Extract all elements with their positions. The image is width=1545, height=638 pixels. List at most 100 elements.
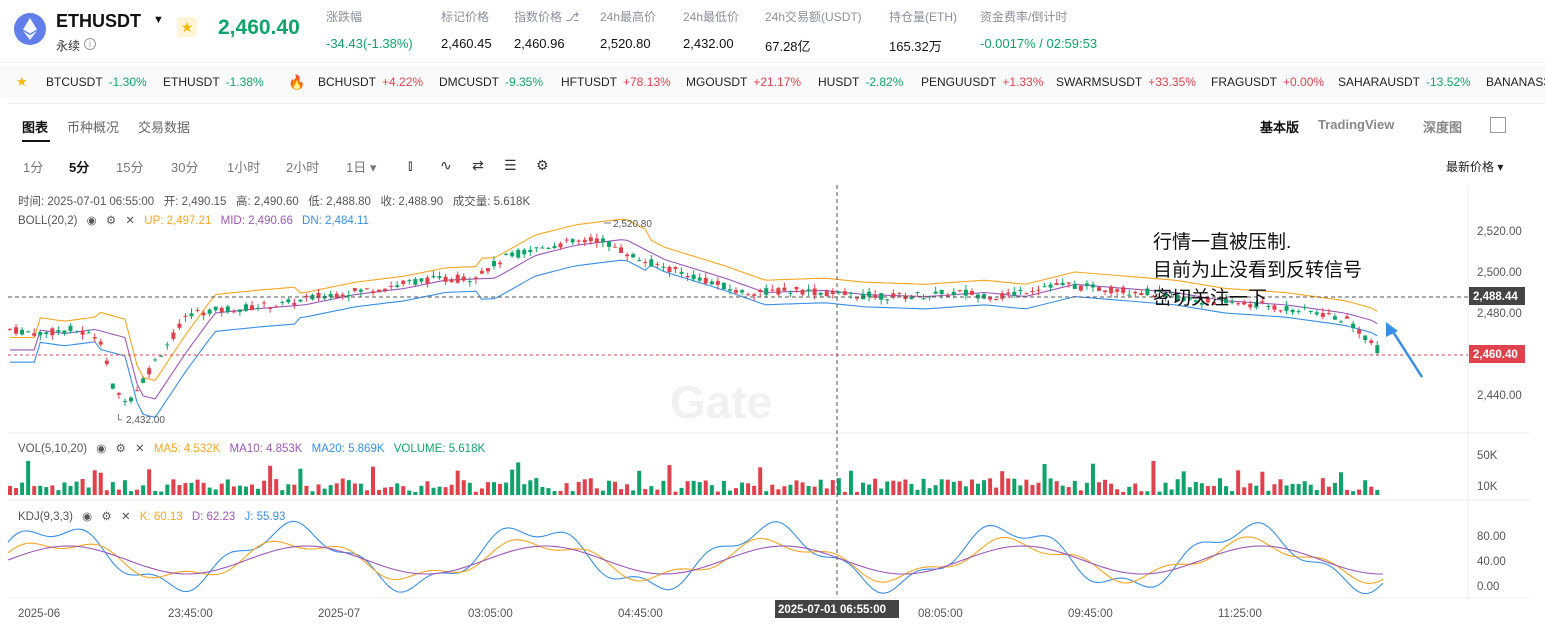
candle-body [195, 309, 200, 311]
volume-bar [673, 491, 678, 495]
annotation-arrow [1388, 326, 1424, 378]
volume-bar [661, 480, 666, 495]
volume-bar [576, 482, 581, 495]
candle-body [141, 378, 146, 383]
volume-bar [752, 485, 757, 495]
candle-body [250, 305, 254, 311]
candle-body [564, 239, 569, 241]
candle-body [346, 294, 351, 297]
volume-bar [1145, 491, 1150, 495]
volume-bar [141, 485, 146, 495]
volume-bar [734, 488, 738, 495]
candle-body [358, 289, 363, 292]
candle-body [431, 275, 436, 278]
volume-bar [231, 486, 236, 495]
volume-bar [165, 484, 170, 495]
candle-body [1320, 313, 1325, 317]
candle-body [8, 328, 12, 330]
volume-bar [243, 486, 248, 495]
candle-body [1084, 283, 1089, 287]
volume-bar [552, 491, 557, 495]
candle-body [1133, 291, 1138, 294]
candle-body [1030, 291, 1035, 293]
volume-bar [1036, 482, 1041, 495]
time-axis-label: 23:45:00 [168, 608, 213, 620]
candle-body [449, 279, 454, 283]
crosshair-price-tag: 2,488.44 [1473, 291, 1518, 303]
volume-bar [1345, 489, 1350, 495]
volume-bar [1205, 486, 1210, 495]
volume-bar [1320, 478, 1325, 495]
candle-body [1018, 289, 1023, 292]
volume-bar [492, 482, 496, 495]
candle-body [915, 292, 920, 294]
price-axis-label: 2,520.00 [1477, 226, 1522, 238]
volume-bar [957, 480, 962, 495]
volume-bar [703, 480, 708, 495]
volume-bar [504, 482, 509, 495]
volume-bar [842, 491, 847, 495]
volume-bar [558, 490, 563, 495]
volume-bar [68, 485, 73, 495]
candle-body [80, 330, 85, 335]
volume-bar [546, 488, 551, 495]
volume-bar [1115, 489, 1120, 495]
candle-body [1339, 321, 1343, 323]
candle-body [177, 323, 182, 328]
kdj-j-line [7, 520, 1384, 595]
volume-bar [534, 478, 539, 495]
volume-bar [994, 487, 999, 495]
candle-body [727, 289, 732, 291]
volume-bar [679, 487, 684, 495]
volume-bar [1332, 482, 1337, 495]
volume-bar [401, 486, 406, 495]
candle-body [637, 260, 642, 262]
candle-body [897, 292, 902, 294]
candle-body [419, 278, 424, 282]
time-axis-label: 2025-07 [318, 608, 360, 620]
candle-body [1363, 335, 1368, 341]
volume-bar [619, 489, 624, 495]
volume-bar [371, 466, 375, 495]
candle-body [14, 327, 19, 334]
candle-body [1375, 345, 1380, 354]
volume-bar [1272, 484, 1277, 495]
volume-bar [988, 478, 993, 495]
candle-body [746, 294, 751, 296]
volume-bar [1181, 471, 1186, 495]
volume-bar [86, 487, 91, 495]
candle-body [594, 238, 599, 243]
price-chart[interactable]: Gate 2,520.80 └ 2,432.00 2,520.00 2,500.… [0, 0, 1545, 637]
candle-body [703, 277, 708, 284]
volume-bar [758, 467, 763, 495]
candle-body [201, 312, 206, 316]
volume-bar [655, 489, 660, 495]
volume-bar [1230, 491, 1235, 495]
volume-bar [383, 487, 388, 495]
volume-bar [225, 479, 230, 495]
volume-bar [479, 488, 484, 495]
volume-bar [721, 480, 726, 495]
volume-bar [98, 472, 103, 495]
low-marker: 2,432.00 [126, 415, 165, 426]
candle-body [1345, 316, 1350, 319]
candle-body [788, 292, 793, 294]
candle-body [830, 291, 835, 294]
candle-body [588, 237, 593, 242]
candle-body [189, 313, 194, 317]
time-axis-label: 11:25:00 [1218, 608, 1262, 620]
kdj-d-line [7, 545, 1383, 575]
candle-body [734, 290, 738, 293]
volume-bar [1218, 478, 1222, 495]
volume-bar [213, 489, 218, 495]
candle-body [183, 315, 188, 317]
candle-body [945, 295, 950, 297]
candle-body [613, 246, 617, 248]
candle-body [969, 291, 974, 295]
volume-bar [1072, 480, 1077, 495]
candle-body [225, 306, 230, 312]
volume-bar [885, 481, 890, 495]
candle-body [800, 289, 805, 295]
volume-bar [207, 487, 212, 495]
volume-bar [1193, 482, 1198, 495]
